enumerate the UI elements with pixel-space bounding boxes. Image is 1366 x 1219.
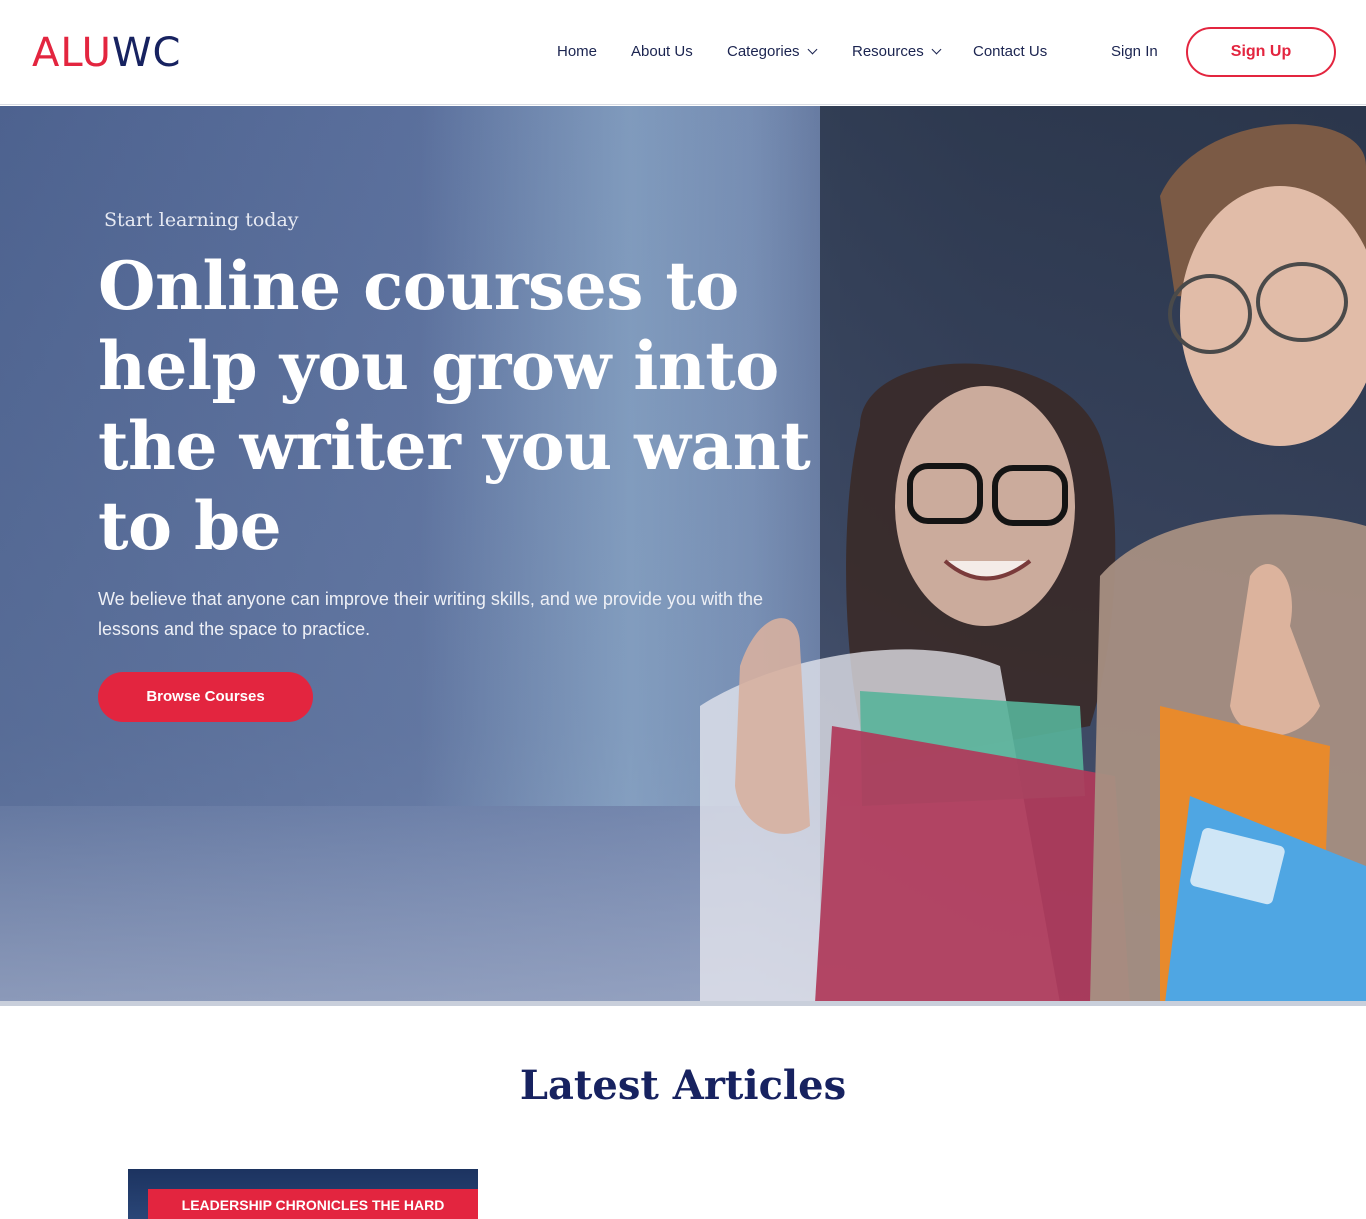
chevron-down-icon xyxy=(807,44,817,55)
article-card-tag: LEADERSHIP CHRONICLES THE HARD xyxy=(148,1189,478,1219)
nav-about-us[interactable]: About Us xyxy=(631,40,693,64)
hero-section: Start learning today Online courses to h… xyxy=(0,106,1366,1003)
site-logo[interactable]: ALUWC xyxy=(32,30,181,76)
nav-categories[interactable]: Categories xyxy=(727,40,817,64)
nav-categories-label: Categories xyxy=(727,43,800,60)
logo-text-alu: ALU xyxy=(32,30,112,76)
logo-text-wc: WC xyxy=(111,30,182,76)
nav-home[interactable]: Home xyxy=(557,40,597,64)
latest-articles-heading: Latest Articles xyxy=(519,1062,847,1109)
sign-up-button[interactable]: Sign Up xyxy=(1186,27,1336,77)
site-header: ALUWC Home About Us Categories Resources… xyxy=(0,0,1366,105)
nav-resources-label: Resources xyxy=(852,43,924,60)
sign-in-link[interactable]: Sign In xyxy=(1111,40,1158,64)
article-card[interactable]: LEADERSHIP CHRONICLES THE HARD xyxy=(128,1169,478,1219)
nav-contact-us[interactable]: Contact Us xyxy=(973,40,1047,64)
hero-eyebrow: Start learning today xyxy=(104,209,299,231)
browse-courses-button[interactable]: Browse Courses xyxy=(98,672,313,722)
hero-content: Start learning today Online courses to h… xyxy=(98,206,828,722)
hero-subtext: We believe that anyone can improve their… xyxy=(98,589,764,639)
nav-resources[interactable]: Resources xyxy=(852,40,942,64)
hero-divider xyxy=(0,1001,1366,1006)
chevron-down-icon xyxy=(931,44,942,55)
hero-headline: Online courses to help you grow into the… xyxy=(98,247,811,565)
